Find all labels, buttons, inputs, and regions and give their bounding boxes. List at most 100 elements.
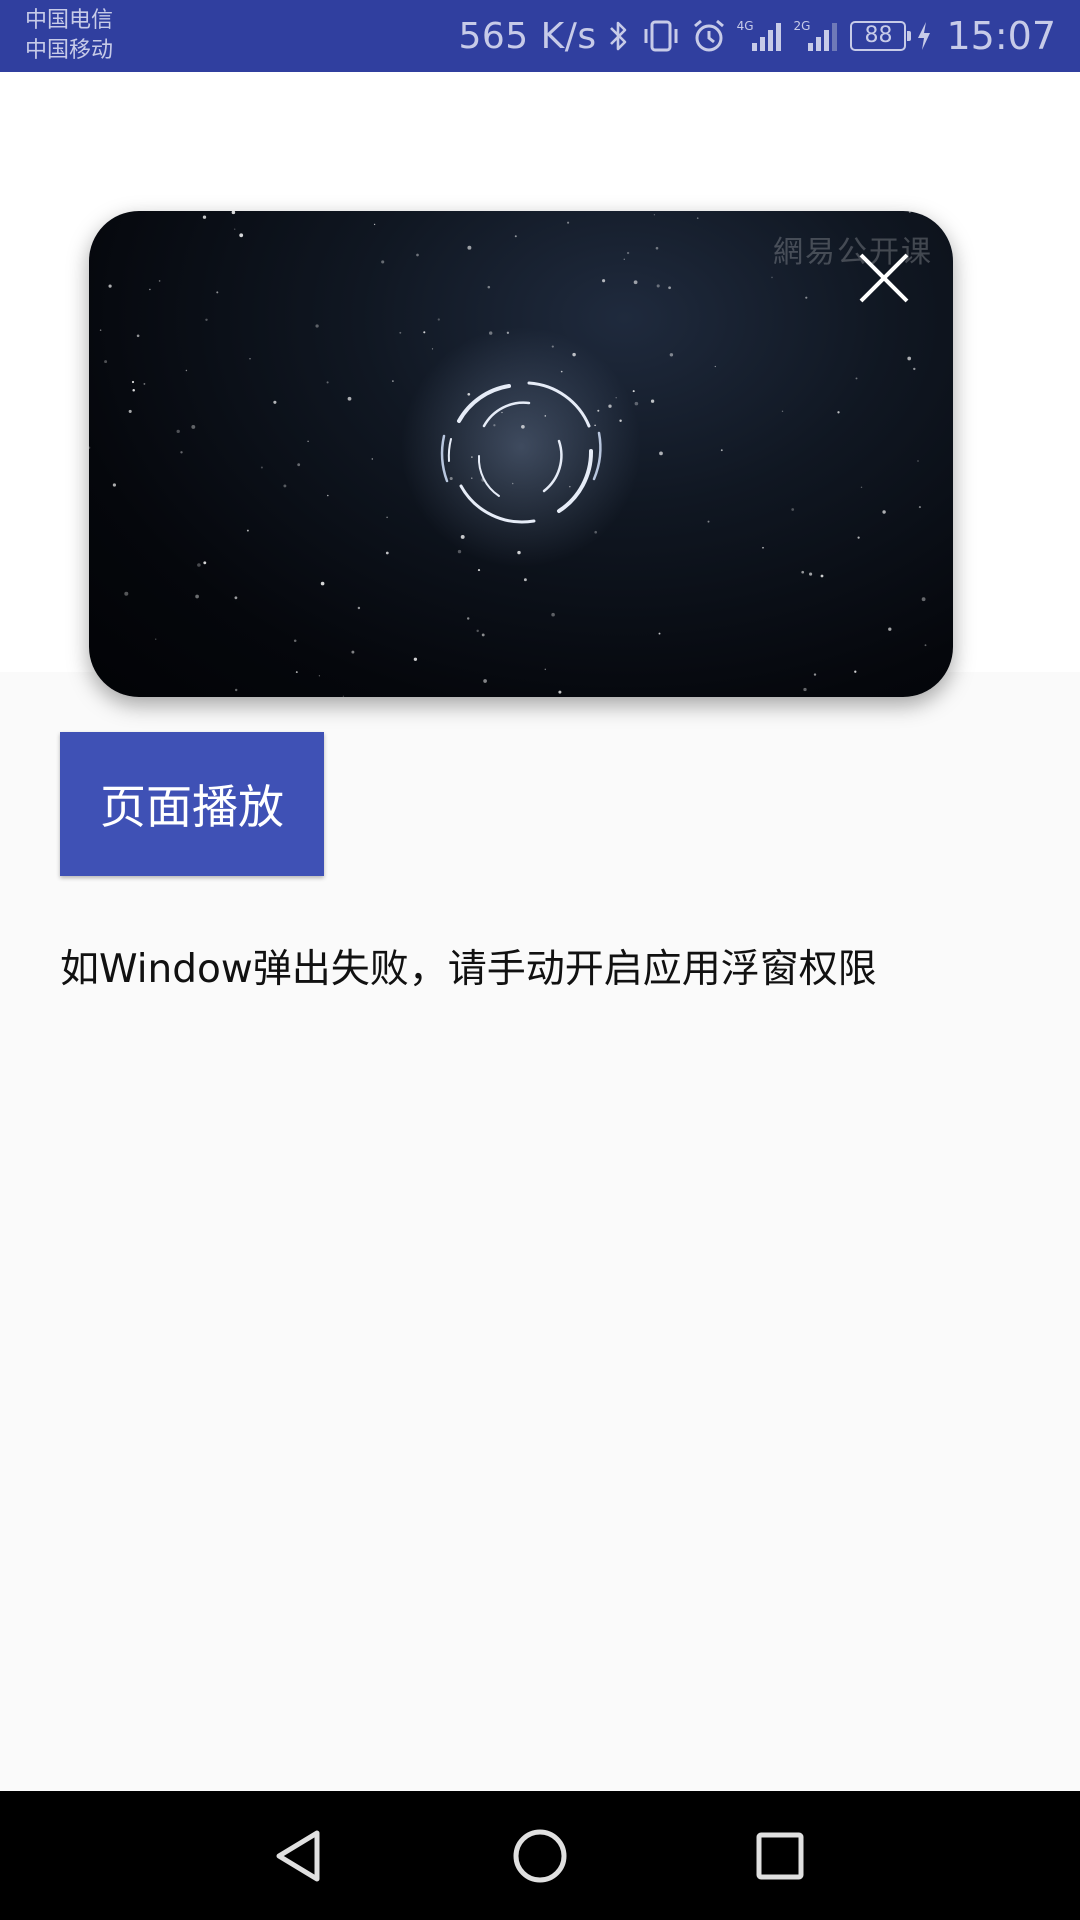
star-particle [659, 451, 663, 456]
star-particle [467, 392, 471, 396]
star-particle [233, 228, 236, 230]
star-particle [805, 296, 808, 299]
star-particle [476, 629, 479, 633]
star-particle [149, 288, 151, 291]
star-particle [471, 477, 473, 479]
nav-home-button[interactable] [505, 1821, 575, 1891]
star-particle [124, 591, 129, 596]
star-particle [854, 670, 857, 673]
star-particle [594, 424, 596, 427]
star-particle [813, 673, 817, 676]
nav-back-button[interactable] [265, 1821, 335, 1891]
page-play-button[interactable]: 页面播放 [60, 732, 324, 876]
star-particle [653, 214, 656, 216]
star-particle [714, 365, 716, 368]
star-particle [195, 594, 199, 599]
star-particle [357, 606, 361, 610]
signal-4g-icon: 4G [737, 19, 784, 53]
star-particle [809, 572, 813, 576]
star-particle [668, 286, 671, 290]
star-particle [416, 253, 419, 257]
star-particle [431, 348, 434, 350]
star-particle [913, 367, 916, 371]
star-particle [655, 246, 659, 250]
battery-icon: 88 [850, 21, 912, 51]
star-particle [205, 318, 208, 322]
star-particle [567, 221, 570, 224]
star-particle [320, 581, 325, 586]
star-particle [318, 675, 321, 677]
star-particle [234, 596, 238, 600]
star-particle [791, 508, 795, 511]
star-particle [413, 657, 418, 661]
star-particle [801, 570, 805, 574]
star-particle [104, 360, 108, 364]
star-particle [399, 331, 402, 334]
star-particle [437, 318, 440, 321]
star-particle [143, 382, 146, 385]
star-particle [907, 356, 912, 361]
star-particle [514, 235, 517, 238]
star-particle [917, 460, 919, 462]
star-particle [273, 400, 277, 404]
star-particle [602, 279, 606, 283]
star-particle [771, 276, 773, 279]
star-particle [597, 409, 600, 412]
star-particle [572, 352, 576, 357]
charging-icon [916, 20, 932, 52]
star-particle [634, 401, 639, 406]
star-particle [656, 284, 660, 288]
star-particle [888, 627, 892, 631]
star-particle [623, 258, 626, 261]
star-particle [327, 494, 329, 497]
star-particle [386, 516, 388, 519]
star-particle [558, 690, 562, 694]
star-particle [315, 324, 319, 328]
carrier-1: 中国电信 [25, 8, 114, 33]
star-particle [234, 688, 238, 692]
square-recent-icon [756, 1832, 804, 1880]
star-particle [762, 546, 764, 549]
network-type-2: 2G [793, 19, 811, 33]
star-particle [669, 353, 674, 357]
nav-recent-button[interactable] [745, 1821, 815, 1891]
signal-2g-icon: 2G [794, 19, 841, 53]
star-particle [89, 446, 91, 450]
star-particle [857, 536, 860, 539]
bluetooth-icon [607, 18, 631, 54]
star-particle [449, 476, 453, 481]
star-particle [696, 217, 699, 219]
star-particle [371, 458, 374, 460]
status-icons: 565 K/s 4G 2G 88 15:07 [458, 0, 1056, 72]
star-particle [650, 399, 655, 403]
star-particle [720, 449, 723, 452]
clock: 15:07 [946, 14, 1056, 58]
star-particle [246, 529, 249, 532]
star-particle [477, 569, 481, 572]
star-particle [594, 530, 597, 534]
star-particle [216, 291, 219, 294]
floating-video-player[interactable]: 網易公开课 [89, 211, 953, 697]
star-particle [283, 484, 287, 488]
star-particle [158, 280, 161, 282]
star-particle [197, 563, 201, 567]
star-particle [293, 639, 297, 642]
star-particle [90, 685, 94, 688]
star-particle [619, 419, 622, 422]
star-particle [295, 671, 298, 674]
star-particle [202, 215, 207, 219]
star-particle [511, 482, 514, 485]
carrier-2: 中国移动 [25, 38, 114, 63]
star-particle [154, 638, 157, 640]
star-particle [132, 389, 135, 392]
close-video-button[interactable] [855, 249, 913, 307]
circle-home-icon [513, 1829, 567, 1883]
permission-hint-text: 如Window弹出失败，请手动开启应用浮窗权限 [60, 947, 877, 992]
star-particle [781, 410, 784, 413]
star-particle [487, 285, 491, 289]
star-particle [521, 424, 525, 429]
star-particle [501, 411, 503, 414]
star-particle [908, 211, 911, 213]
star-particle [99, 329, 102, 331]
star-particle [633, 280, 638, 285]
